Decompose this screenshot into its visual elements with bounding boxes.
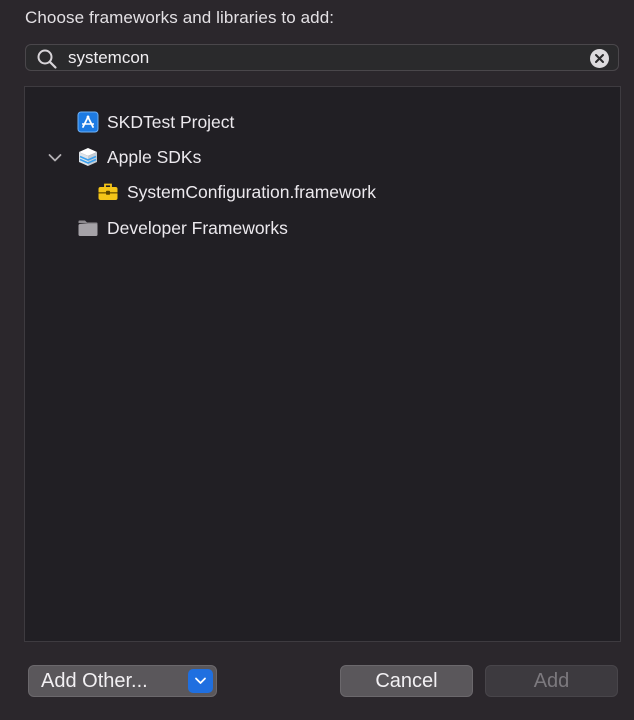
framework-outline-list: SKDTest Project Apple SDKs SystemConfigu… xyxy=(24,86,621,642)
tree-item-systemconfiguration-framework[interactable]: SystemConfiguration.framework xyxy=(97,179,376,205)
clear-search-icon[interactable] xyxy=(590,49,609,68)
tree-item-skdtest-project[interactable]: SKDTest Project xyxy=(77,109,234,135)
add-button[interactable]: Add xyxy=(485,665,618,697)
cancel-button[interactable]: Cancel xyxy=(340,665,473,697)
folder-icon xyxy=(78,220,98,236)
tree-item-label: Apple SDKs xyxy=(107,146,202,167)
dialog-prompt: Choose frameworks and libraries to add: xyxy=(25,8,335,27)
toolbox-icon xyxy=(98,183,118,200)
cancel-label: Cancel xyxy=(375,669,438,692)
search-icon xyxy=(37,49,57,69)
sdk-stack-icon xyxy=(79,148,97,166)
add-other-dropdown[interactable] xyxy=(188,669,213,693)
tree-item-label: SystemConfiguration.framework xyxy=(127,181,376,202)
add-frameworks-sheet: Choose frameworks and libraries to add: … xyxy=(0,0,634,720)
tree-item-label: SKDTest Project xyxy=(107,111,235,132)
xcode-project-icon xyxy=(77,111,99,133)
add-other-button[interactable]: Add Other... xyxy=(28,665,217,697)
tree-item-label: Developer Frameworks xyxy=(107,217,288,238)
add-label: Add xyxy=(533,669,570,692)
tree-item-developer-frameworks[interactable]: Developer Frameworks xyxy=(77,215,288,241)
tree-item-apple-sdks[interactable]: Apple SDKs xyxy=(77,144,201,170)
chevron-down-icon[interactable] xyxy=(47,150,63,166)
search-input[interactable] xyxy=(68,46,568,70)
search-field[interactable] xyxy=(25,44,619,71)
add-other-label: Add Other... xyxy=(41,669,148,692)
chevron-down-icon xyxy=(195,677,206,684)
